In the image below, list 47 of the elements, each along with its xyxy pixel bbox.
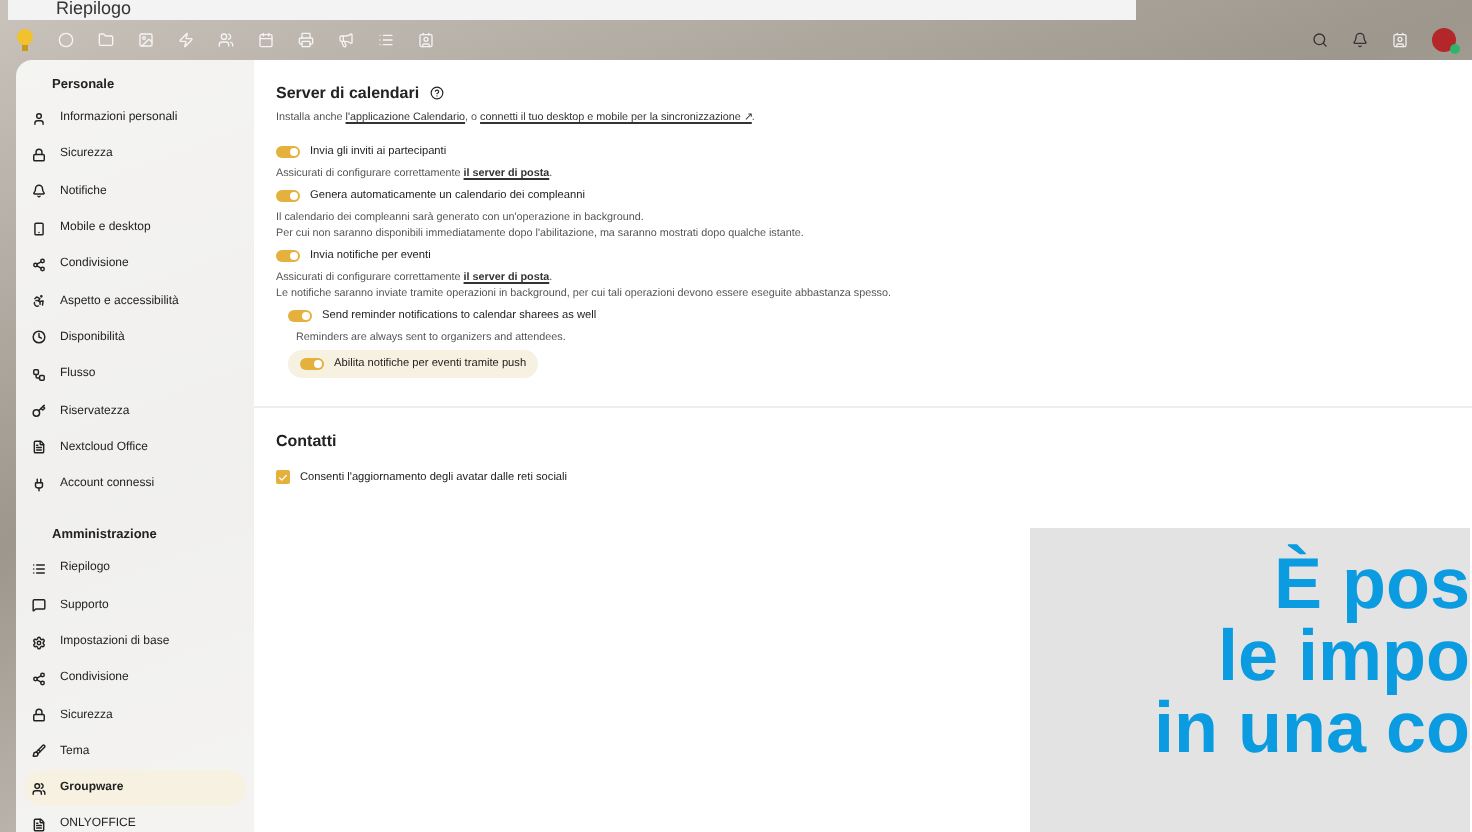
user-icon	[32, 111, 46, 126]
circle-icon[interactable]	[58, 32, 74, 48]
toggle-switch[interactable]	[276, 190, 300, 202]
toggle-switch[interactable]	[276, 146, 300, 158]
lock-icon	[32, 147, 46, 162]
key-icon	[32, 404, 46, 419]
doc-icon	[32, 817, 46, 832]
toggle-switch[interactable]	[276, 250, 300, 262]
clock-icon	[32, 330, 46, 345]
banner-text: in una co	[1153, 692, 1470, 764]
chat-icon	[32, 598, 46, 613]
banner-text: È pos	[1273, 548, 1470, 620]
bell-icon[interactable]	[1352, 32, 1368, 48]
search-icon[interactable]	[1312, 32, 1328, 48]
folder-icon[interactable]	[98, 32, 114, 48]
share-icon	[32, 671, 46, 686]
toggle-switch[interactable]	[300, 358, 324, 370]
list-icon[interactable]	[378, 32, 394, 48]
contact-icon[interactable]	[418, 32, 434, 48]
section-title: Contatti	[276, 432, 337, 450]
image-icon[interactable]	[138, 32, 154, 48]
bell-icon	[32, 184, 46, 199]
section-title: Server di calendari	[276, 84, 420, 102]
help-icon[interactable]	[429, 86, 444, 100]
doc-icon	[32, 440, 46, 455]
contact-icon[interactable]	[1392, 32, 1408, 48]
calendar-icon[interactable]	[258, 32, 274, 48]
lightbulb-logo-icon[interactable]	[16, 28, 34, 52]
megaphone-icon[interactable]	[338, 32, 354, 48]
avatar[interactable]	[1432, 28, 1456, 52]
lock-icon	[32, 708, 46, 723]
phone-icon	[32, 221, 46, 236]
banner-text: le impo	[1217, 620, 1470, 692]
bolt-icon[interactable]	[178, 32, 194, 48]
printer-icon[interactable]	[298, 32, 314, 48]
background-window-title: Riepilogo	[8, 0, 1136, 20]
toggle-switch[interactable]	[288, 310, 312, 322]
access-icon	[32, 294, 46, 309]
users-icon[interactable]	[218, 32, 234, 48]
users-icon	[32, 781, 46, 796]
gear-icon	[32, 635, 46, 649]
plug-icon	[32, 477, 46, 492]
brush-icon	[32, 744, 46, 759]
checkbox[interactable]	[276, 470, 290, 484]
share-icon	[32, 257, 46, 272]
flow-icon	[32, 367, 46, 382]
list-icon	[32, 561, 46, 576]
